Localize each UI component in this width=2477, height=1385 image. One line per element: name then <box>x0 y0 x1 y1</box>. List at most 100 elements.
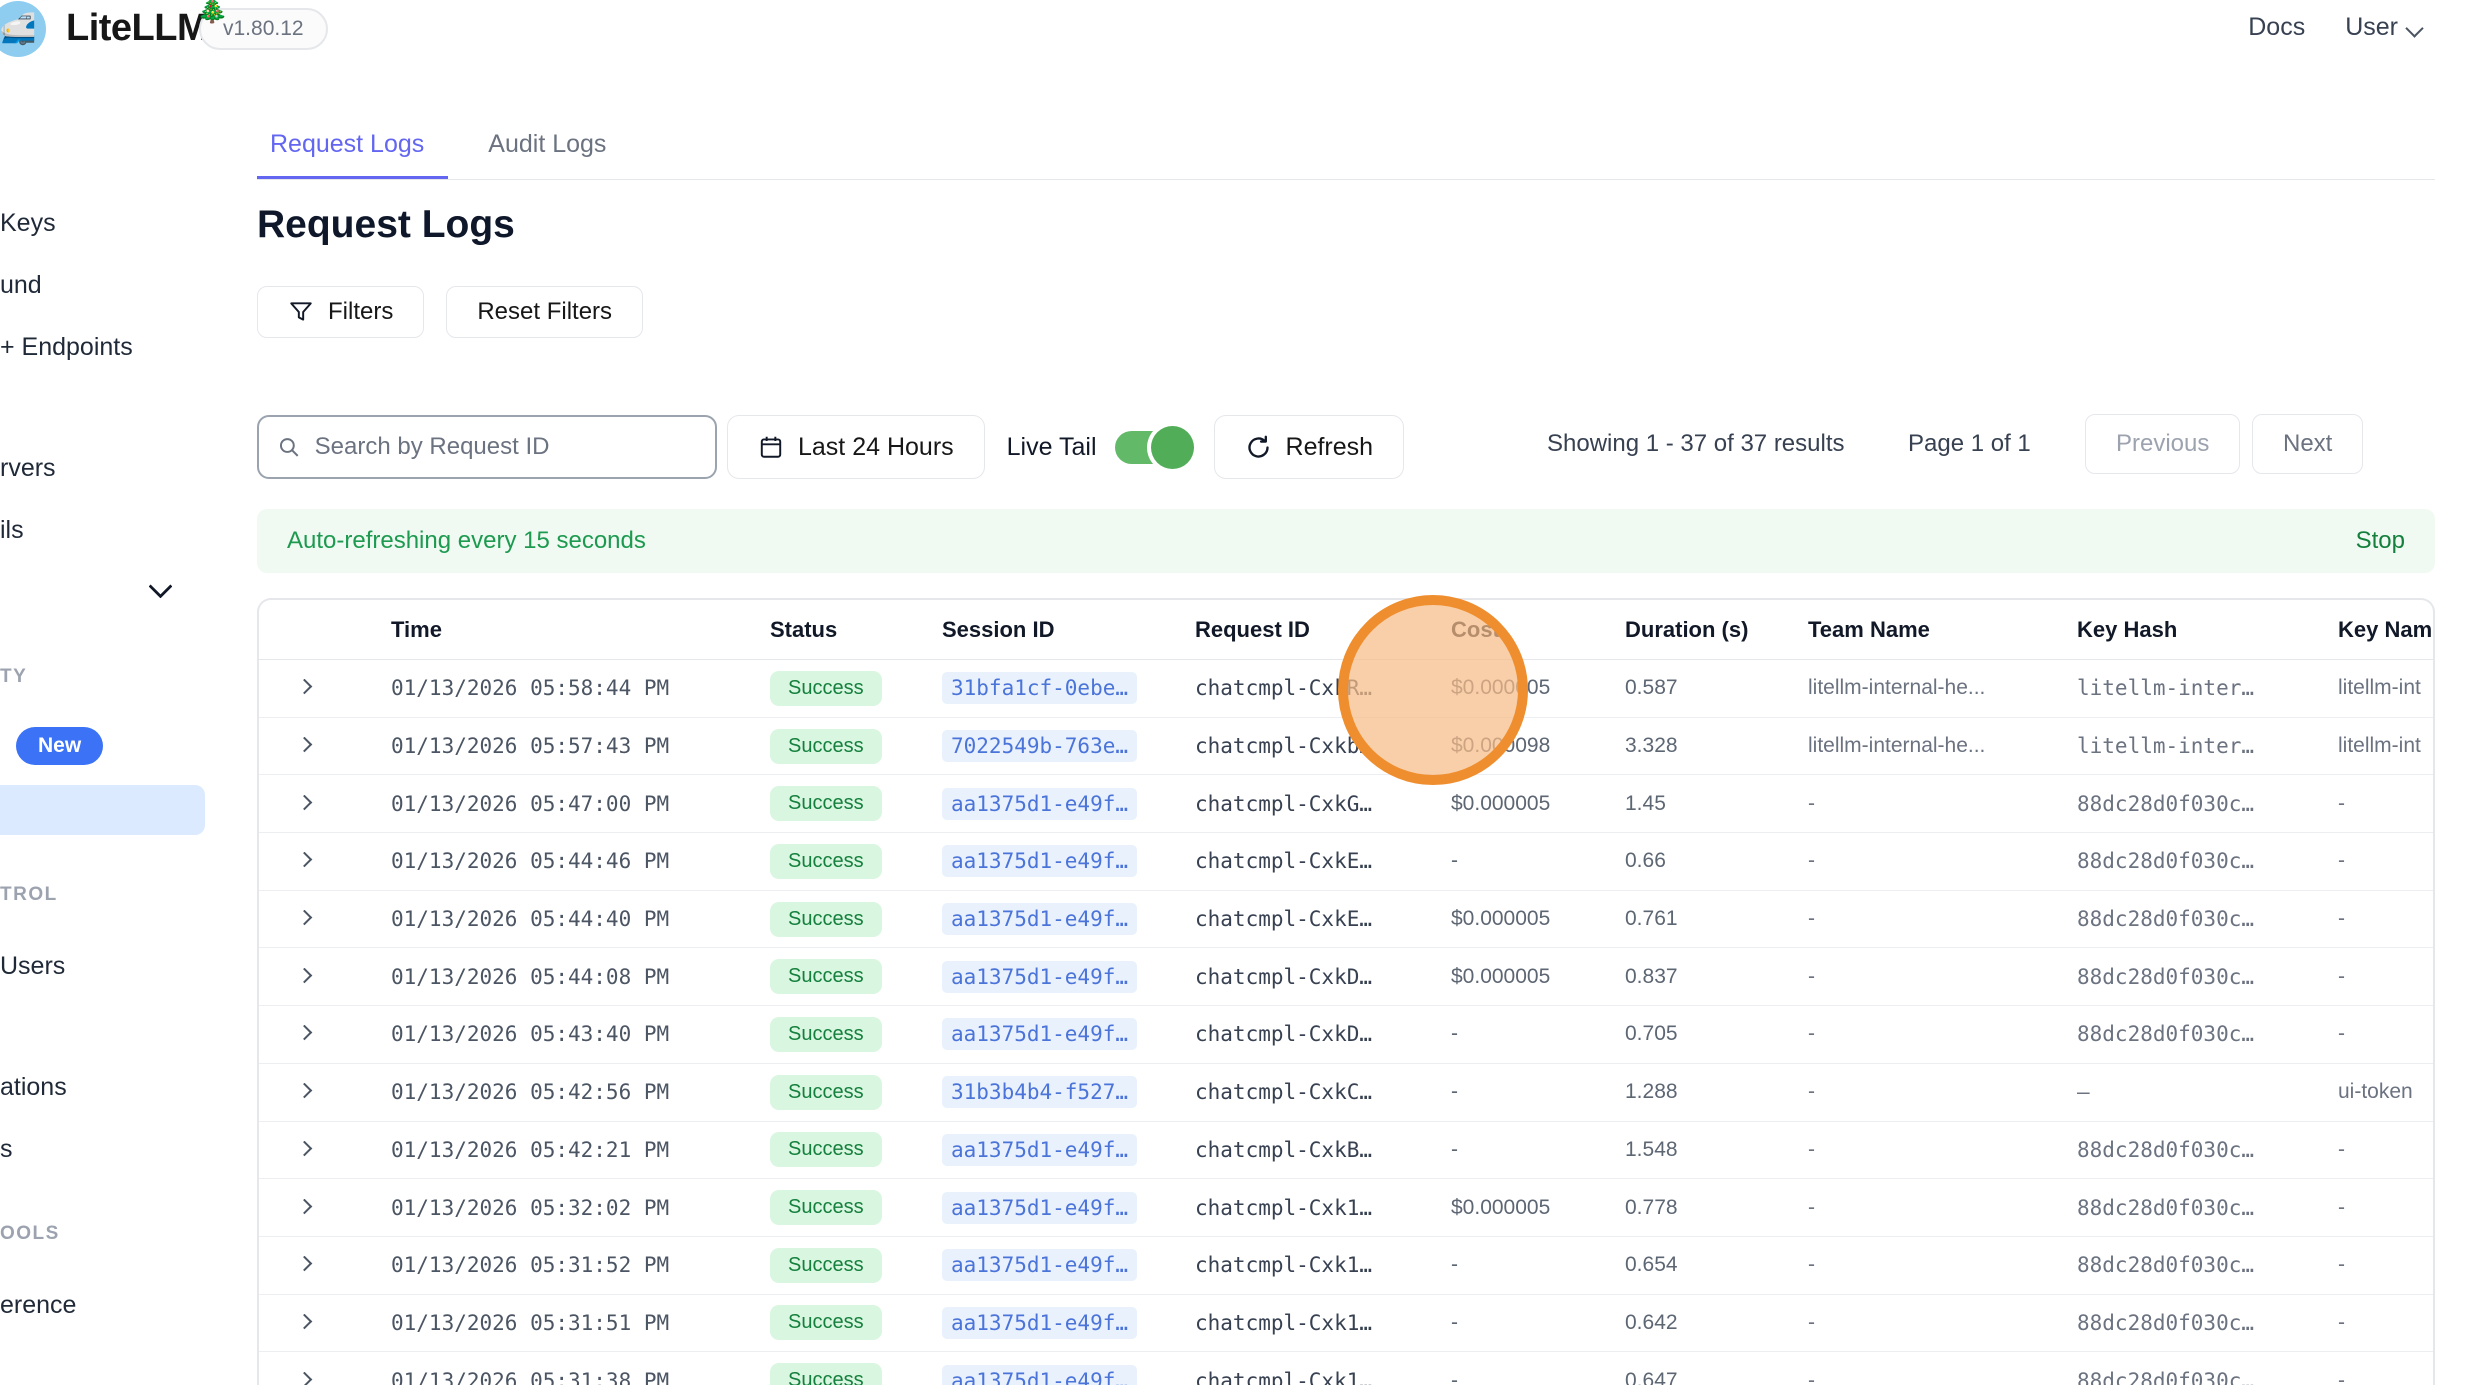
expand-row-chevron-icon[interactable] <box>297 910 313 925</box>
session-id-link[interactable]: aa1375d1-e49f… <box>942 1134 1137 1166</box>
cell-key-hash: 88dc28d0f030c… <box>2077 1196 2338 1220</box>
cell-duration: 0.647 <box>1625 1369 1808 1385</box>
cell-status: Success <box>770 844 942 879</box>
cell-request-id: chatcmpl-Cxk1… <box>1195 1369 1451 1385</box>
expand-row-chevron-icon[interactable] <box>297 1199 313 1214</box>
session-id-link[interactable]: aa1375d1-e49f… <box>942 1249 1137 1281</box>
sidebar-item-s[interactable]: s <box>0 1135 13 1164</box>
sidebar-item-ations[interactable]: ations <box>0 1073 67 1102</box>
cell-duration: 0.778 <box>1625 1196 1808 1220</box>
column-header-session-id: Session ID <box>942 617 1195 643</box>
results-count: Showing 1 - 37 of 37 results <box>1547 430 1845 458</box>
expand-row-chevron-icon[interactable] <box>297 1025 313 1040</box>
request-id-search[interactable] <box>257 415 717 479</box>
cell-time: 01/13/2026 05:58:44 PM <box>391 676 770 700</box>
litellm-logo-icon: 🚅 <box>0 1 46 57</box>
tree-emoji: 🎄 <box>196 0 228 25</box>
session-id-link[interactable]: 31b3b4b4-f527… <box>942 1076 1137 1108</box>
tab-bar: Request Logs Audit Logs <box>257 130 2435 180</box>
cell-request-id: chatcmpl-CxkE… <box>1195 849 1451 873</box>
session-id-link[interactable]: aa1375d1-e49f… <box>942 1307 1137 1339</box>
expand-row-chevron-icon[interactable] <box>297 679 313 694</box>
session-id-link[interactable]: 31bfa1cf-0ebe… <box>942 672 1137 704</box>
time-range-button[interactable]: Last 24 Hours <box>727 415 985 479</box>
sidebar-item-selected[interactable] <box>0 785 205 835</box>
docs-link[interactable]: Docs <box>2248 13 2305 42</box>
cell-key-name: - <box>2338 907 2433 931</box>
cell-request-id: chatcmpl-CxkB… <box>1195 1138 1451 1162</box>
table-row: 01/13/2026 05:47:00 PM Success aa1375d1-… <box>259 775 2433 833</box>
cell-key-hash: 88dc28d0f030c… <box>2077 907 2338 931</box>
expand-row-chevron-icon[interactable] <box>297 1372 313 1385</box>
session-id-link[interactable]: aa1375d1-e49f… <box>942 1018 1137 1050</box>
expand-row-chevron-icon[interactable] <box>297 968 313 983</box>
cell-time: 01/13/2026 05:47:00 PM <box>391 792 770 816</box>
train-emoji: 🚅 <box>0 12 37 47</box>
status-badge: Success <box>770 1132 882 1167</box>
cell-key-name: - <box>2338 1253 2433 1277</box>
cell-team-name: litellm-internal-he... <box>1808 734 2077 758</box>
cell-request-id: chatcmpl-CxkG… <box>1195 792 1451 816</box>
sidebar-item-und[interactable]: und <box>0 271 42 300</box>
expand-row-chevron-icon[interactable] <box>297 852 313 867</box>
session-id-link[interactable]: aa1375d1-e49f… <box>942 788 1137 820</box>
sidebar-item-rvers[interactable]: rvers <box>0 454 56 483</box>
status-badge: Success <box>770 1363 882 1385</box>
cell-time: 01/13/2026 05:31:38 PM <box>391 1369 770 1385</box>
expand-row-chevron-icon[interactable] <box>297 1083 313 1098</box>
expand-row-chevron-icon[interactable] <box>297 737 313 752</box>
expand-row-chevron-icon[interactable] <box>297 795 313 810</box>
session-id-link[interactable]: 7022549b-763e… <box>942 730 1137 762</box>
cell-duration: 0.642 <box>1625 1311 1808 1335</box>
logs-toolbar: Last 24 Hours Live Tail Refresh Showing … <box>214 414 2392 480</box>
cell-team-name: - <box>1808 1138 2077 1162</box>
cell-status: Success <box>770 1305 942 1340</box>
session-id-link[interactable]: aa1375d1-e49f… <box>942 845 1137 877</box>
cell-team-name: - <box>1808 1369 2077 1385</box>
filters-button[interactable]: Filters <box>257 286 424 338</box>
sidebar-item-users[interactable]: Users <box>0 952 65 981</box>
user-menu[interactable]: User <box>2345 13 2421 42</box>
live-tail-toggle[interactable] <box>1115 431 1188 464</box>
session-id-link[interactable]: aa1375d1-e49f… <box>942 1365 1137 1385</box>
session-id-link[interactable]: aa1375d1-e49f… <box>942 903 1137 935</box>
tab-audit-logs[interactable]: Audit Logs <box>458 130 630 179</box>
status-badge: Success <box>770 729 882 764</box>
table-row: 01/13/2026 05:31:52 PM Success aa1375d1-… <box>259 1237 2433 1295</box>
cell-request-id: chatcmpl-CxkD… <box>1195 965 1451 989</box>
cell-key-name: - <box>2338 1311 2433 1335</box>
user-menu-label: User <box>2345 13 2398 41</box>
sidebar-item-keys[interactable]: Keys <box>0 209 56 238</box>
cell-status: Success <box>770 729 942 764</box>
cell-time: 01/13/2026 05:44:08 PM <box>391 965 770 989</box>
sidebar-item-erence[interactable]: erence <box>0 1291 76 1320</box>
previous-page-button[interactable]: Previous <box>2085 414 2240 474</box>
search-input[interactable] <box>315 433 697 461</box>
sidebar-collapse-chevron-icon[interactable] <box>148 574 172 598</box>
cell-key-hash: litellm-inter… <box>2077 734 2338 758</box>
litellm-app: 🚅 LiteLLM v1.80.12 🎄 Docs User Keys und … <box>0 0 2477 1385</box>
session-id-link[interactable]: aa1375d1-e49f… <box>942 961 1137 993</box>
column-header-key-name: Key Name <box>2338 617 2433 643</box>
tab-request-logs[interactable]: Request Logs <box>257 130 448 179</box>
stop-auto-refresh-link[interactable]: Stop <box>2356 527 2405 555</box>
refresh-icon <box>1245 434 1272 461</box>
cell-status: Success <box>770 1075 942 1110</box>
cell-duration: 1.288 <box>1625 1080 1808 1104</box>
status-badge: Success <box>770 1248 882 1283</box>
reset-filters-button[interactable]: Reset Filters <box>446 286 643 338</box>
session-id-link[interactable]: aa1375d1-e49f… <box>942 1192 1137 1224</box>
table-row: 01/13/2026 05:44:08 PM Success aa1375d1-… <box>259 948 2433 1006</box>
sidebar-item-endpoints[interactable]: + Endpoints <box>0 333 133 362</box>
expand-row-chevron-icon[interactable] <box>297 1314 313 1329</box>
cell-cost: $0.000005 <box>1451 1196 1625 1220</box>
expand-row-chevron-icon[interactable] <box>297 1256 313 1271</box>
next-page-button[interactable]: Next <box>2252 414 2363 474</box>
page-title: Request Logs <box>257 203 515 247</box>
live-tail-label: Live Tail <box>1007 433 1097 462</box>
expand-row-chevron-icon[interactable] <box>297 1141 313 1156</box>
funnel-icon <box>288 299 314 325</box>
refresh-button[interactable]: Refresh <box>1214 415 1405 479</box>
cell-request-id: chatcmpl-CxkC… <box>1195 1080 1451 1104</box>
sidebar-item-ils[interactable]: ils <box>0 516 24 545</box>
